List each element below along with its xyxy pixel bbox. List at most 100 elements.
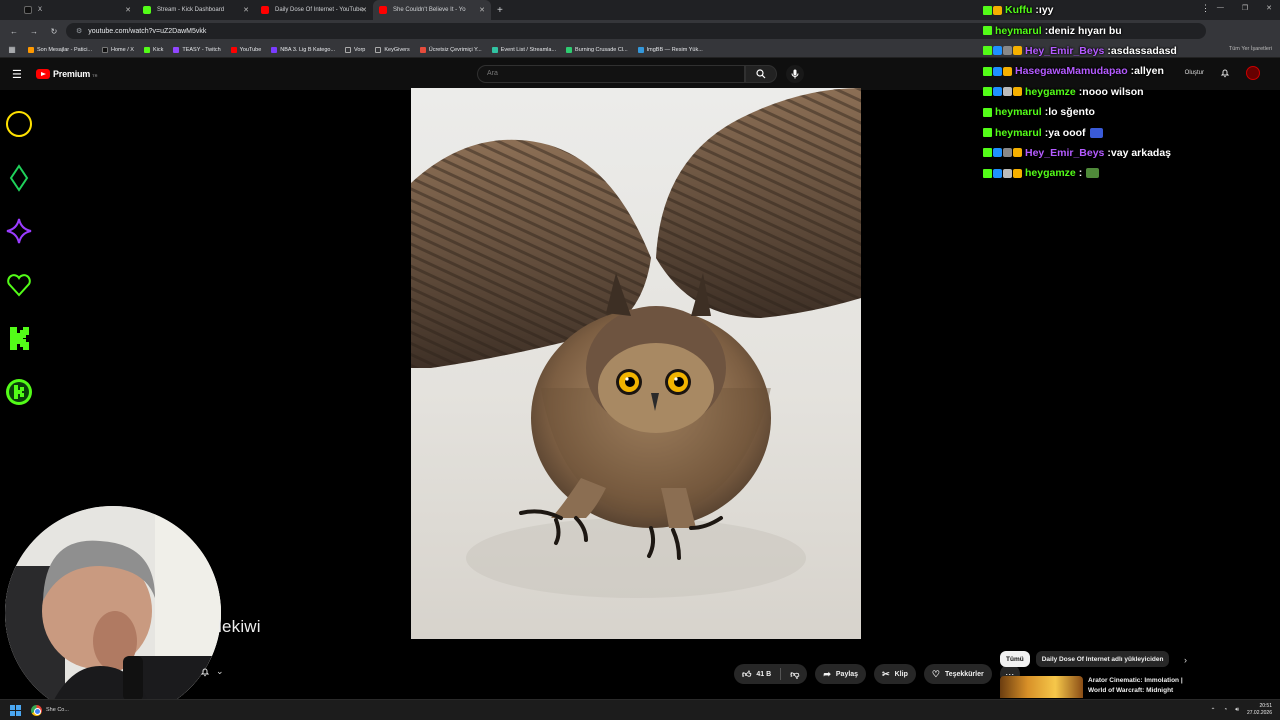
chip-from-uploader[interactable]: Daily Dose Of Internet adlı yükleyiciden [1035,651,1170,667]
share-label: Paylaş [835,670,859,678]
stream-overlay-icons [5,110,33,431]
bookmark-item[interactable]: Burning Crusade Cl... [566,46,628,53]
network-icon[interactable]: ◔ [1224,707,1228,713]
clip-button[interactable]: ✂ Klip [874,664,916,684]
menu-icon[interactable]: ☰ [12,68,26,81]
forward-icon[interactable]: → [28,27,40,36]
reload-icon[interactable]: ↻ [48,27,60,36]
bookmark-item[interactable]: ImgBB — Resim Yük... [637,46,703,53]
bookmark-item[interactable]: TEASY - Twitch [173,46,221,53]
chat-username: heygamze [1025,167,1076,180]
chat-separator: : [1078,167,1083,180]
chat-badge-icon [1003,148,1012,158]
diamond-icon [5,163,33,192]
chat-emote-icon [1089,127,1103,138]
subscribe-bell[interactable]: ⌄ [200,666,224,677]
close-tab-icon[interactable]: ✕ [125,6,131,14]
chat-message: Kuffu: ıyy [983,0,1280,20]
bookmark-item[interactable]: Son Mesajlar - Patici... [28,46,93,53]
chat-badge-icon [993,46,1002,56]
bookmark-item[interactable]: Event List / Streamla... [491,46,556,53]
chat-message: HasegawaMamudapao: allyen [983,61,1280,81]
tab-title: Stream - Kick Dashboard [157,7,225,13]
chevron-right-icon[interactable]: › [1184,655,1187,665]
chat-text: deniz hıyarı bu [1048,24,1122,37]
bookmark-item[interactable]: KeyGivers [375,46,410,53]
chevron-down-icon: ⌄ [216,666,224,676]
share-button[interactable]: ➦ Paylaş [815,664,867,684]
bookmark-item[interactable]: Ücretsiz Çevrimiçi Y... [419,46,482,53]
site-info-icon[interactable]: ⚙ [76,27,82,35]
thumbs-down-icon[interactable]: 👎︎ [790,669,799,680]
apps-icon[interactable]: ▦ [6,45,18,54]
chrome-icon [31,704,42,716]
kick-favicon-icon [143,6,151,14]
chat-badge-icon [1013,168,1022,178]
tab-x[interactable]: X ✕ [18,0,137,20]
close-tab-icon[interactable]: ✕ [243,6,249,14]
chat-badge-icon [1013,148,1022,158]
video-player[interactable] [411,88,861,639]
youtube-logo[interactable]: Premium TR [36,69,97,79]
share-icon: ➦ [823,668,831,679]
back-icon[interactable]: ← [8,27,20,36]
chat-message: heygamze: nooo wilson [983,82,1280,102]
chat-badge-icon [983,26,992,36]
close-tab-icon[interactable]: ✕ [479,6,485,14]
bookmark-item[interactable]: YouTube [230,46,261,53]
chat-badges [983,168,1022,178]
thumbs-up-icon: 👍︎ [742,668,752,679]
chat-badge-icon [983,148,992,158]
chat-username: heymarul [995,126,1042,139]
chat-badge-icon [993,66,1002,76]
chat-badge-icon [1003,66,1012,76]
chat-overlay: Kuffu: ıyy heymarul: deniz hıyarı bu Hey_E… [983,0,1280,184]
close-tab-icon[interactable]: ✕ [361,6,367,14]
chat-badge-icon [983,128,992,138]
chat-badge-icon [993,168,1002,178]
bookmark-label: KeyGivers [384,46,410,53]
search-input[interactable]: Ara [477,65,745,83]
voice-search-button[interactable] [786,65,804,83]
chat-text: vay arkadaş [1110,146,1172,159]
chevron-up-icon[interactable]: ⌃ [1211,707,1216,714]
youtube-favicon-icon [379,6,387,14]
thanks-button[interactable]: ♡ Teşekkürler [923,664,992,684]
volume-icon[interactable]: 🔊︎ [1235,707,1239,714]
bookmark-icon [173,46,180,53]
tab-title: Daily Dose Of Internet - YouTube [275,7,363,13]
chat-badges [983,128,992,138]
chip-all[interactable]: Tümü [1000,651,1030,667]
bookmark-label: Son Mesajlar - Patici... [37,46,93,53]
like-button[interactable]: 👍︎ 41 B 👎︎ [734,664,808,684]
chat-badge-icon [993,148,1002,158]
tab-daily-dose[interactable]: Daily Dose Of Internet - YouTube ✕ [255,0,373,20]
chat-text: allyen [1134,65,1164,78]
bookmark-item[interactable]: Vorp [345,46,365,53]
recommended-title[interactable]: Arator Cinematic: Immolation | World of … [1088,676,1198,698]
tab-kick-dashboard[interactable]: Stream - Kick Dashboard ✕ [137,0,255,20]
search-button[interactable] [745,65,777,83]
search-icon [756,69,766,79]
bookmark-label: TEASY - Twitch [182,46,221,53]
taskbar-chrome-app[interactable]: She Co... [31,704,69,716]
chat-text: asdassadasd [1110,44,1177,57]
chat-username: heymarul [995,24,1042,37]
streamer-webcam-image [5,506,221,720]
premium-label: Premium [53,69,91,79]
tab-active-video[interactable]: She Couldn't Believe It - Yo ✕ [373,0,491,20]
chat-badge-icon [1003,87,1012,97]
bookmark-item[interactable]: Kick [143,46,163,53]
more-vertical-icon[interactable]: ⋮ [1201,3,1210,14]
youtube-favicon-icon [261,6,269,14]
bookmark-item[interactable]: NBA 3. Lig B Katego... [271,46,335,53]
recommended-thumbnail[interactable] [1000,676,1083,698]
clock-time: 20:51 [1259,703,1272,709]
windows-start-icon[interactable] [10,704,21,716]
recommended-video[interactable]: Arator Cinematic: Immolation | World of … [1000,676,1272,698]
chat-message: heymarul: deniz hıyarı bu [983,20,1280,40]
clock[interactable]: 20:51 27.02.2026 [1247,703,1272,717]
bookmark-item[interactable]: Home / X [102,46,134,53]
chat-badge-icon [983,5,992,15]
new-tab-button[interactable]: + [497,5,503,16]
